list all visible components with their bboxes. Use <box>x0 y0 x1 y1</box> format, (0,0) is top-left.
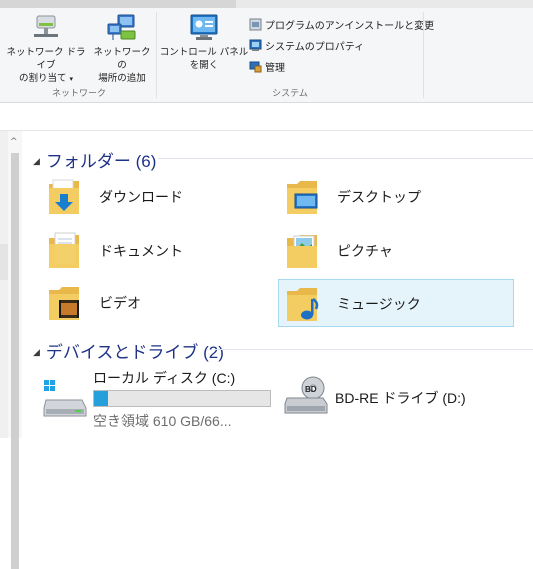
collapse-triangle-icon[interactable]: ◢ <box>33 156 40 166</box>
open-control-panel-label-1: コントロール パネル <box>159 47 249 58</box>
address-bar[interactable] <box>0 105 533 131</box>
folder-item-documents[interactable]: ドキュメント <box>41 227 277 275</box>
section-divider <box>158 158 533 159</box>
folder-label: ミュージック <box>337 296 421 312</box>
chevron-down-icon: ▾ <box>69 75 74 83</box>
svg-text:BD: BD <box>305 385 317 394</box>
system-properties-label: システムのプロパティ <box>265 42 365 53</box>
system-group-label: システム <box>272 89 308 99</box>
disk-usage-bar <box>93 390 271 407</box>
folder-item-videos[interactable]: ビデオ <box>41 279 277 327</box>
collapse-triangle-icon[interactable]: ◢ <box>33 347 40 357</box>
downloads-folder-icon <box>47 176 81 216</box>
scroll-up-arrow-icon[interactable]: ^ <box>10 137 18 147</box>
folders-section-title: フォルダー (6) <box>45 152 157 171</box>
map-network-drive-button[interactable]: ネットワーク ドライブ の割り当て ▾ <box>2 14 90 86</box>
uninstall-program-button[interactable]: プログラムのアンインストールと変更 <box>249 18 434 34</box>
control-panel-icon <box>187 14 221 42</box>
disk-usage-fill <box>94 391 109 406</box>
section-divider <box>214 349 533 350</box>
folder-label: ビデオ <box>99 295 141 311</box>
folder-item-desktop[interactable]: デスクトップ <box>279 173 515 221</box>
system-group: コントロール パネル を開く プログラムのアンインストールと変更 システムのプロ… <box>157 8 434 102</box>
folder-label: ドキュメント <box>99 243 183 259</box>
computer-manage-icon <box>249 60 262 73</box>
uninstall-program-label: プログラムのアンインストールと変更 <box>265 21 435 32</box>
open-control-panel-button[interactable]: コントロール パネル を開く <box>159 14 249 72</box>
drive-name: BD-RE ドライブ (D:) <box>335 390 466 406</box>
add-network-location-label-1: ネットワークの <box>93 47 151 71</box>
ribbon-group-divider <box>423 12 424 98</box>
open-control-panel-label-2: を開く <box>189 60 219 71</box>
window-top-strip <box>0 0 533 8</box>
manage-label: 管理 <box>265 63 285 74</box>
drive-item-bd-re[interactable]: BD BD-RE ドライブ (D:) <box>280 376 510 438</box>
system-properties-button[interactable]: システムのプロパティ <box>249 39 364 55</box>
network-group: ネットワーク ドライブ の割り当て ▾ ネットワークの 場所の追加 ネットワーク <box>0 8 158 102</box>
folder-label: デスクトップ <box>337 189 421 205</box>
folder-item-downloads[interactable]: ダウンロード <box>41 173 277 221</box>
drive-free-space: 空き領域 610 GB/66... <box>93 413 232 429</box>
folder-item-pictures[interactable]: ピクチャ <box>279 227 515 275</box>
desktop-folder-icon <box>285 176 319 216</box>
ribbon: ネットワーク ドライブ の割り当て ▾ ネットワークの 場所の追加 ネットワーク <box>0 8 533 103</box>
devices-section-title: デバイスとドライブ (2) <box>45 343 224 362</box>
drive-name: ローカル ディスク (C:) <box>93 370 236 386</box>
folder-label: ダウンロード <box>99 189 183 205</box>
videos-folder-icon <box>47 282 81 322</box>
system-properties-icon <box>249 39 262 52</box>
scrollbar-thumb[interactable] <box>11 153 19 569</box>
drive-item-local-disk[interactable]: ローカル ディスク (C:) 空き領域 610 GB/66... <box>38 368 278 430</box>
folder-item-music[interactable]: ミュージック <box>278 279 514 327</box>
music-folder-icon <box>285 283 319 323</box>
devices-section-header[interactable]: ◢ デバイスとドライブ (2) <box>33 338 224 362</box>
add-network-location-icon <box>105 14 139 42</box>
network-group-label: ネットワーク <box>51 89 106 99</box>
uninstall-program-icon <box>249 18 262 31</box>
bd-drive-icon: BD <box>283 376 329 416</box>
local-disk-icon <box>42 378 88 420</box>
folders-section-header[interactable]: ◢ フォルダー (6) <box>33 147 157 171</box>
map-network-drive-icon <box>29 14 63 42</box>
documents-folder-icon <box>47 230 81 270</box>
pictures-folder-icon <box>285 230 319 270</box>
map-network-drive-label-2: の割り当て <box>18 73 67 84</box>
folder-label: ピクチャ <box>337 243 393 259</box>
navigation-pane[interactable] <box>0 131 8 438</box>
add-network-location-button[interactable]: ネットワークの 場所の追加 <box>90 14 154 85</box>
manage-button[interactable]: 管理 <box>249 60 285 76</box>
map-network-drive-label-1: ネットワーク ドライブ <box>6 47 86 71</box>
add-network-location-label-2: 場所の追加 <box>98 73 146 84</box>
navigation-scrollbar[interactable]: ^ <box>8 131 22 569</box>
